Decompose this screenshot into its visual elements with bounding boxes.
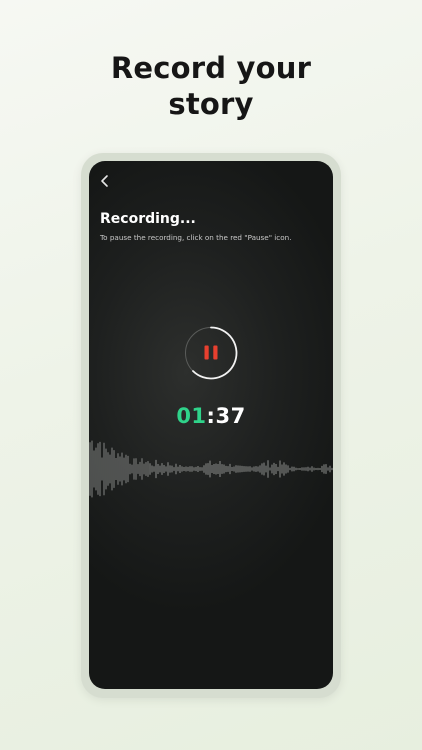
recording-timer: 01:37 [89, 404, 333, 428]
recording-instructions: To pause the recording, click on the red… [100, 233, 292, 242]
recording-title: Recording... [100, 211, 196, 227]
headline: Record your story [0, 50, 422, 122]
headline-line-2: story [168, 87, 254, 121]
back-button[interactable] [97, 173, 113, 189]
chevron-left-icon [101, 175, 108, 187]
timer-minutes: 01 [176, 404, 207, 428]
phone-screen: Recording... To pause the recording, cli… [89, 161, 333, 689]
timer-seconds: 37 [215, 404, 246, 428]
audio-waveform [89, 440, 333, 498]
pause-progress-ring [185, 326, 238, 380]
pause-icon [204, 345, 218, 360]
pause-button[interactable] [184, 326, 238, 380]
headline-line-1: Record your [110, 51, 312, 85]
